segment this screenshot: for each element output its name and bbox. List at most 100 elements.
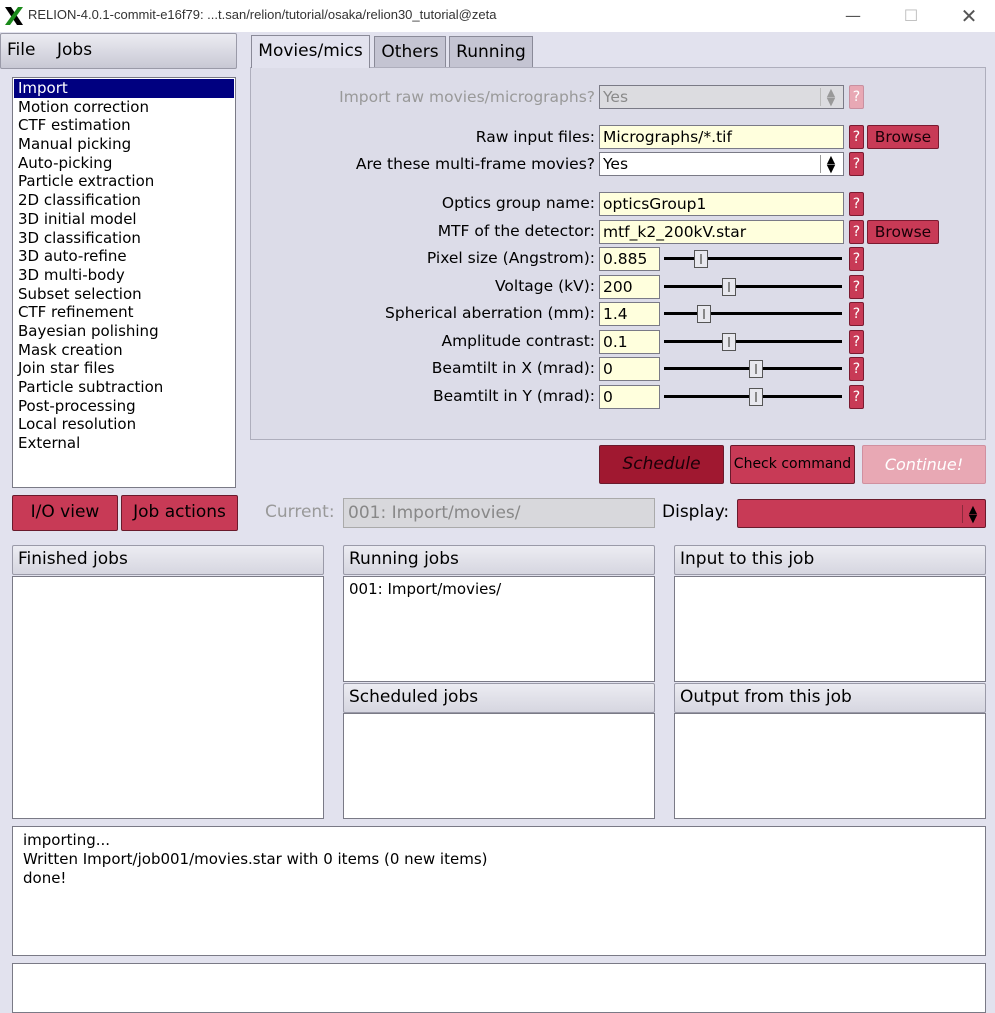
amp-contrast-slider[interactable]	[662, 330, 844, 354]
output-from-job-list[interactable]	[674, 713, 986, 819]
chevron-updown-icon: ▲ ▼	[962, 504, 983, 524]
job-actions-button[interactable]: Job actions	[121, 495, 238, 531]
slider-handle[interactable]	[694, 250, 708, 268]
job-type-item[interactable]: Bayesian polishing	[14, 322, 234, 341]
chevron-updown-icon: ▲ ▼	[820, 154, 841, 174]
job-type-item[interactable]: Join star files	[14, 359, 234, 378]
voltage-field[interactable]: 200	[599, 275, 660, 299]
beamtilt-y-field[interactable]: 0	[599, 385, 660, 409]
log-line: importing...	[23, 831, 111, 849]
job-type-item[interactable]: Import	[14, 79, 234, 98]
running-jobs-list[interactable]: 001: Import/movies/	[343, 576, 655, 682]
help-button[interactable]: ?	[849, 125, 864, 149]
io-view-button[interactable]: I/O view	[12, 495, 118, 531]
job-type-item[interactable]: Local resolution	[14, 415, 234, 434]
menu-jobs[interactable]: Jobs	[57, 40, 92, 60]
continue-button[interactable]: Continue!	[862, 445, 986, 484]
pixel-size-slider[interactable]	[662, 247, 844, 271]
job-type-item[interactable]: Subset selection	[14, 285, 234, 304]
schedule-button[interactable]: Schedule	[599, 445, 724, 484]
slider-handle[interactable]	[722, 278, 736, 296]
multiframe-select[interactable]: Yes ▲ ▼	[599, 152, 844, 176]
help-button[interactable]: ?	[849, 385, 864, 409]
optics-group-field[interactable]: opticsGroup1	[599, 192, 844, 216]
beamtilt-y-slider[interactable]	[662, 385, 844, 409]
help-button[interactable]: ?	[849, 152, 864, 176]
job-type-item[interactable]: External	[14, 434, 234, 453]
browse-mtf-button[interactable]: Browse	[867, 220, 939, 244]
slider-handle[interactable]	[749, 388, 763, 406]
mtf-label: MTF of the detector:	[437, 222, 595, 240]
import-raw-select[interactable]: Yes ▲ ▼	[599, 85, 844, 109]
multiframe-value: Yes	[603, 155, 629, 173]
pixel-size-label: Pixel size (Angstrom):	[426, 249, 595, 267]
job-type-item[interactable]: CTF refinement	[14, 303, 234, 322]
display-select[interactable]: ▲ ▼	[737, 499, 986, 528]
voltage-slider[interactable]	[662, 275, 844, 299]
mtf-field[interactable]: mtf_k2_200kV.star	[599, 220, 844, 244]
log-line: Written Import/job001/movies.star with 0…	[23, 850, 488, 868]
job-type-list[interactable]: Import Motion correction CTF estimation Man…	[12, 77, 236, 488]
job-type-item[interactable]: 3D auto-refine	[14, 247, 234, 266]
beamtilt-x-field[interactable]: 0	[599, 357, 660, 381]
job-type-item[interactable]: Particle extraction	[14, 172, 234, 191]
job-type-item[interactable]: Manual picking	[14, 135, 234, 154]
x-app-icon	[5, 7, 23, 25]
job-type-item[interactable]: 3D initial model	[14, 210, 234, 229]
job-type-item[interactable]: Particle subtraction	[14, 378, 234, 397]
job-type-item[interactable]: Post-processing	[14, 397, 234, 416]
input-to-job-header: Input to this job	[674, 545, 986, 575]
tab-others[interactable]: Others	[374, 36, 446, 67]
help-button[interactable]: ?	[849, 330, 864, 354]
browse-raw-input-button[interactable]: Browse	[867, 125, 939, 149]
beamtilt-y-label: Beamtilt in Y (mrad):	[432, 387, 595, 405]
help-button[interactable]: ?	[849, 275, 864, 299]
voltage-label: Voltage (kV):	[495, 277, 595, 295]
job-type-item[interactable]: Mask creation	[14, 341, 234, 360]
help-button[interactable]: ?	[849, 302, 864, 326]
beamtilt-x-slider[interactable]	[662, 357, 844, 381]
check-command-button[interactable]: Check command	[730, 445, 855, 484]
slider-handle[interactable]	[697, 305, 711, 323]
help-button[interactable]: ?	[849, 220, 864, 244]
tab-running[interactable]: Running	[449, 36, 533, 67]
beamtilt-x-label: Beamtilt in X (mrad):	[431, 359, 595, 377]
log-line: done!	[23, 869, 67, 887]
output-from-job-header: Output from this job	[674, 683, 986, 713]
help-button[interactable]: ?	[849, 357, 864, 381]
window-title: RELION-4.0.1-commit-e16f79: ...t.san/rel…	[28, 7, 497, 22]
cs-label: Spherical aberration (mm):	[385, 304, 595, 322]
stderr-log[interactable]	[12, 963, 986, 1013]
scheduled-jobs-list[interactable]	[343, 713, 655, 819]
slider-handle[interactable]	[722, 333, 736, 351]
tab-movies-mics[interactable]: Movies/mics	[251, 35, 370, 68]
input-to-job-list[interactable]	[674, 576, 986, 682]
close-button[interactable]: ✕	[944, 2, 994, 30]
current-label: Current:	[265, 502, 335, 522]
current-job-field[interactable]: 001: Import/movies/	[343, 498, 655, 528]
cs-slider[interactable]	[662, 302, 844, 326]
import-raw-label: Import raw movies/micrographs?	[339, 88, 595, 106]
job-type-item[interactable]: 2D classification	[14, 191, 234, 210]
menu-file[interactable]: File	[7, 40, 35, 60]
running-jobs-header: Running jobs	[343, 545, 655, 575]
job-type-item[interactable]: 3D multi-body	[14, 266, 234, 285]
stdout-log[interactable]: importing... Written Import/job001/movie…	[12, 826, 986, 956]
job-type-item[interactable]: Motion correction	[14, 98, 234, 117]
pixel-size-field[interactable]: 0.885	[599, 247, 660, 271]
help-button[interactable]: ?	[849, 85, 864, 109]
help-button[interactable]: ?	[849, 192, 864, 216]
job-type-item[interactable]: CTF estimation	[14, 116, 234, 135]
job-list-item[interactable]: 001: Import/movies/	[349, 580, 649, 598]
raw-input-field[interactable]: Micrographs/*.tif	[599, 125, 844, 149]
slider-handle[interactable]	[749, 360, 763, 378]
maximize-button[interactable]: ☐	[886, 2, 936, 30]
job-type-item[interactable]: 3D classification	[14, 229, 234, 248]
cs-field[interactable]: 1.4	[599, 302, 660, 326]
minimize-button[interactable]: —	[828, 2, 878, 30]
menu-bar: File Jobs	[0, 33, 237, 69]
help-button[interactable]: ?	[849, 247, 864, 271]
finished-jobs-list[interactable]	[12, 576, 324, 819]
amp-contrast-field[interactable]: 0.1	[599, 330, 660, 354]
job-type-item[interactable]: Auto-picking	[14, 154, 234, 173]
